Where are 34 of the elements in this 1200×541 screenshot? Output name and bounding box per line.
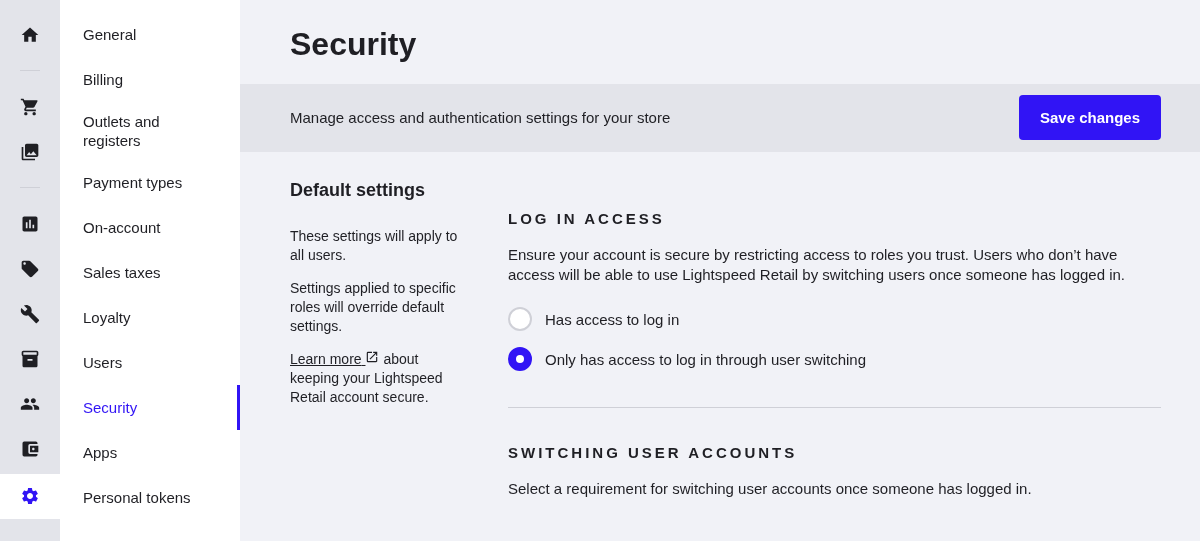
external-link-icon [365, 350, 380, 364]
nav-item[interactable]: Loyalty [60, 295, 240, 340]
rail-button[interactable] [0, 473, 60, 519]
learn-more-link[interactable]: Learn more [290, 351, 380, 367]
nav-item[interactable]: General [60, 12, 240, 57]
nav-item[interactable]: Payment types [60, 160, 240, 205]
aside-paragraph: Settings applied to specific roles will override default settings. [290, 279, 457, 336]
nav-item[interactable]: Outlets and registers [60, 102, 240, 160]
radio-label: Has access to log in [545, 310, 680, 328]
aside-paragraph: These settings will apply to all users. [290, 227, 459, 265]
cart-icon [20, 96, 40, 117]
wrench-icon [20, 303, 40, 324]
banner-description: Manage access and authentication settings for your store [290, 109, 671, 127]
radio-button[interactable] [508, 347, 532, 371]
boxes-icon [20, 348, 40, 369]
save-button[interactable]: Save changes [1018, 95, 1161, 141]
settings-icon [20, 486, 40, 506]
section-description: Ensure your account is secure by restricting access to roles you trust. Users who don’t have access will be able to use Lightspeed Retail by switching users once someone has logged in. [508, 245, 1127, 285]
nav-item[interactable]: Users [60, 340, 240, 385]
nav-item[interactable]: Billing [60, 57, 240, 102]
nav-item[interactable]: Security [60, 385, 240, 430]
tag-icon [20, 258, 40, 279]
nav-item[interactable]: Sales taxes [60, 250, 240, 295]
aside-heading: Default settings [290, 180, 427, 201]
aside-paragraph: Learn more about keeping your Lightspeed Retail account secure. [290, 350, 444, 407]
nav-item[interactable]: Personal tokens [60, 475, 240, 520]
section-description: Select a requirement for switching user accounts once someone has logged in. [508, 479, 1033, 499]
nav-item[interactable]: Apps [60, 430, 240, 475]
nav-item[interactable]: On-account [60, 205, 240, 250]
page-title: Security [289, 25, 418, 64]
image-stack-icon [20, 141, 40, 162]
radio-label: Only has access to log in through user switching [545, 350, 866, 368]
section-heading: SWITCHING USER ACCOUNTS [508, 444, 799, 461]
section-heading: LOG IN ACCESS [508, 210, 666, 227]
